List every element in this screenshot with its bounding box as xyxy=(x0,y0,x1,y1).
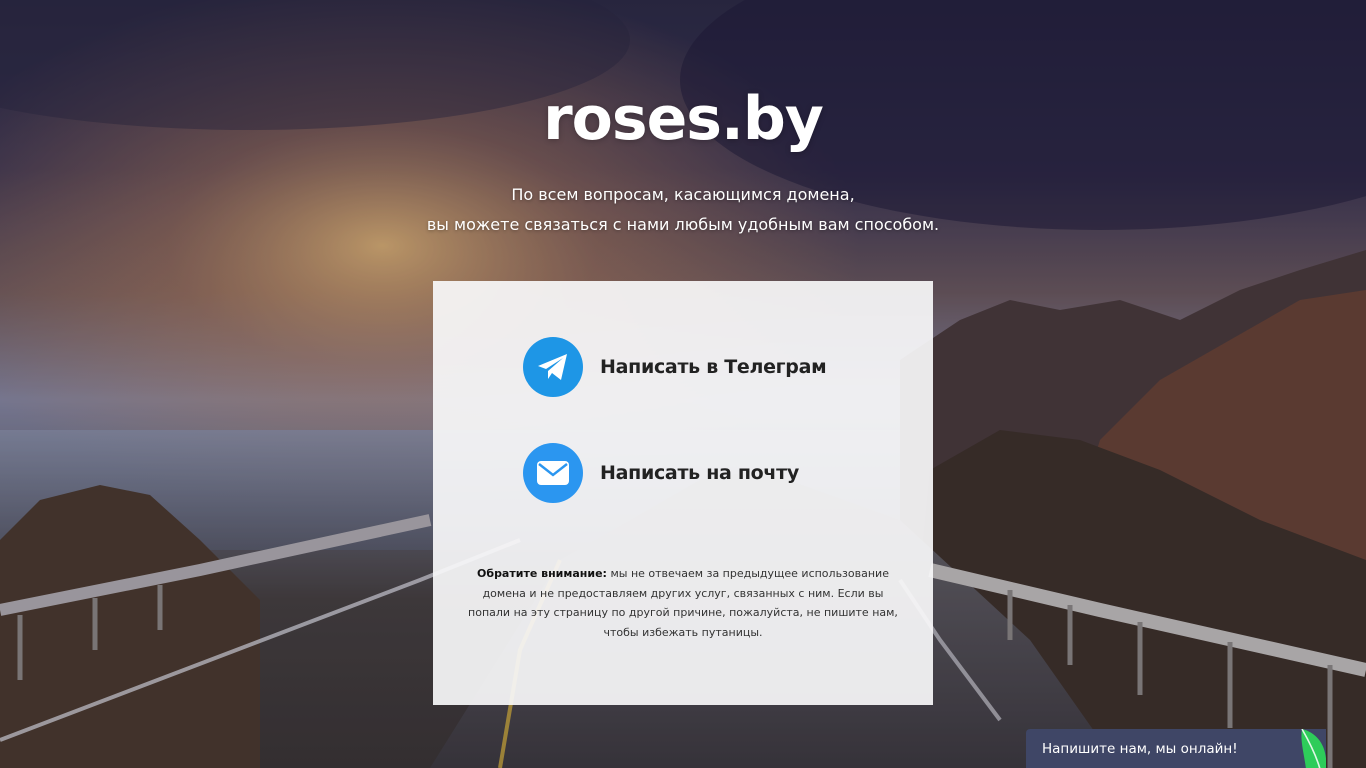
subtitle-line-2: вы можете связаться с нами любым удобным… xyxy=(426,215,940,234)
leaf-icon xyxy=(1298,729,1326,768)
email-contact-link[interactable]: Написать на почту xyxy=(523,443,799,503)
subtitle: По всем вопросам, касающимся домена, вы … xyxy=(0,180,1366,240)
chat-widget-button[interactable]: Напишите нам, мы онлайн! xyxy=(1026,729,1326,768)
telegram-contact-link[interactable]: Написать в Телеграм xyxy=(523,337,827,397)
contact-card: Написать в Телеграм Написать на почту Об… xyxy=(433,281,933,705)
telegram-contact-label: Написать в Телеграм xyxy=(600,356,827,378)
site-title: roses.by xyxy=(543,84,824,154)
notice-text: Обратите внимание: мы не отвечаем за пре… xyxy=(463,564,903,642)
notice-bold: Обратите внимание: xyxy=(477,567,607,580)
telegram-icon xyxy=(523,337,583,397)
mail-icon xyxy=(523,443,583,503)
email-contact-label: Написать на почту xyxy=(600,462,799,484)
subtitle-line-1: По всем вопросам, касающимся домена, xyxy=(511,185,855,204)
chat-widget-label: Напишите нам, мы онлайн! xyxy=(1042,740,1238,757)
